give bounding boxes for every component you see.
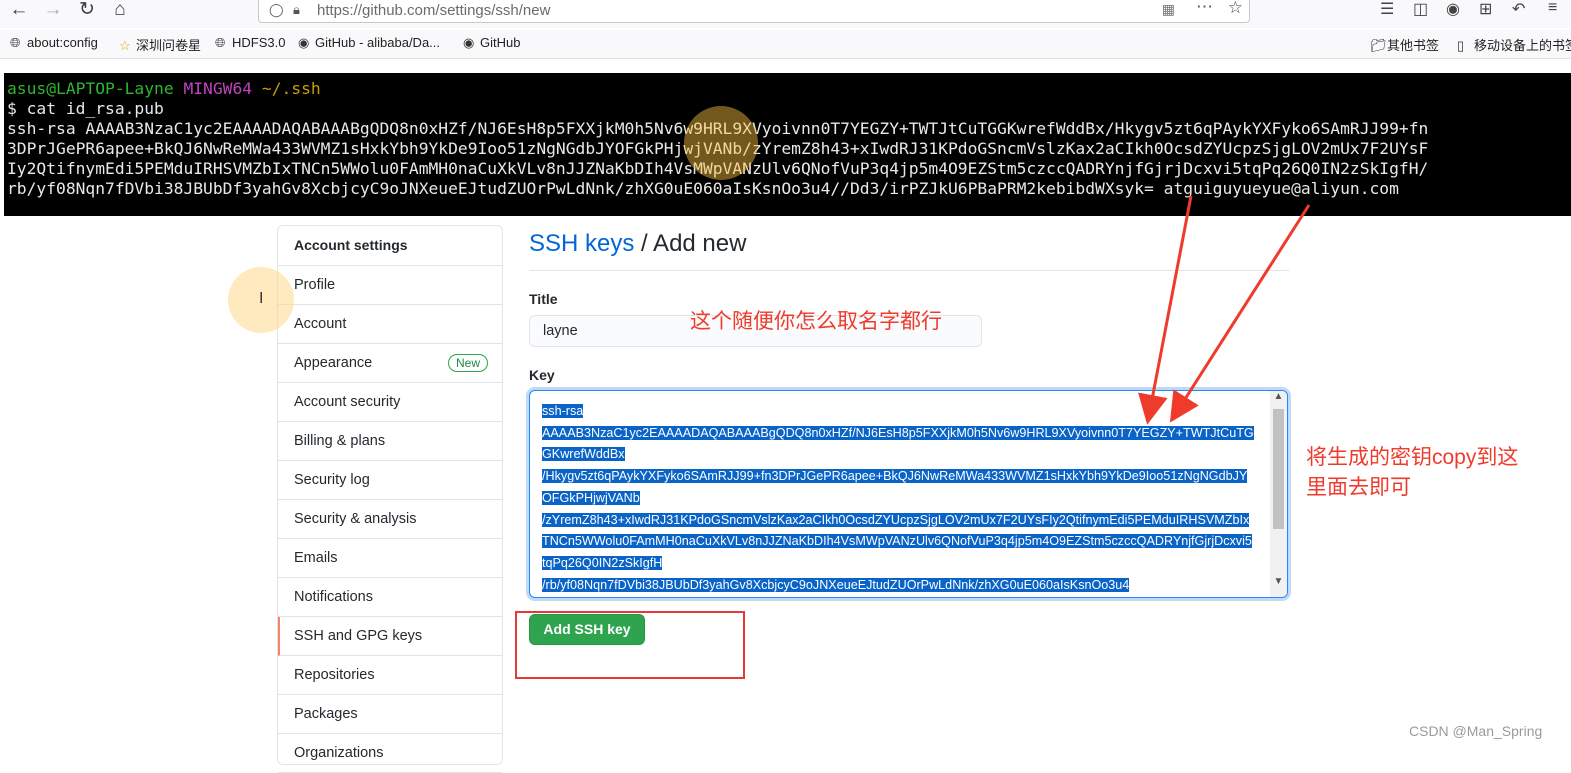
watermark: CSDN @Man_Spring xyxy=(1409,723,1543,739)
arrow-1 xyxy=(1138,195,1193,425)
arrow-2 xyxy=(1169,204,1311,423)
annotation-arrows xyxy=(1138,195,1311,425)
